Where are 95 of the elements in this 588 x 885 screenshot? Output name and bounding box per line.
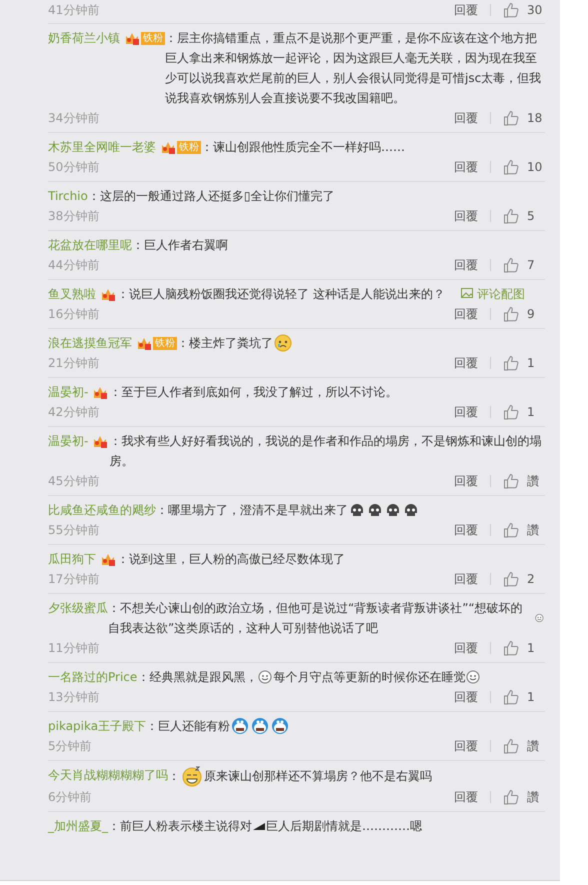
like-button[interactable]: 5 <box>503 208 545 224</box>
timestamp: 6分钟前 <box>48 788 92 806</box>
timestamp: 44分钟前 <box>48 256 100 274</box>
fan-tag: 铁粉 <box>177 140 201 154</box>
thumbs-up-icon <box>503 689 519 705</box>
crying-face-icon <box>274 334 292 352</box>
timestamp: 11分钟前 <box>48 640 100 656</box>
comment-text: ：层主你搞错重点，重点不是说那个更严重，是你不应该在这个地方把巨人拿出来和钢炼放一起评论，因为这跟巨人毫无关联，因为现在我至少可以说我喜欢烂尾前的巨人，别人会很认同觉得是可惜jsc太毒，但我说我喜欢钢炼别人会直接说要不我改国籍吧。 <box>165 30 542 107</box>
thumbs-up-icon <box>503 159 519 175</box>
reply-link[interactable]: 回覆 <box>454 110 478 126</box>
timestamp: 45分钟前 <box>48 472 100 490</box>
like-button[interactable]: 讚 <box>503 738 545 754</box>
skull-icon <box>349 503 365 517</box>
reply-link[interactable]: 回覆 <box>454 570 478 588</box>
reply-link[interactable]: 回覆 <box>454 788 478 806</box>
thumbs-up-icon <box>503 789 519 805</box>
timestamp: 34分钟前 <box>48 110 100 126</box>
cartoon-face-icon <box>271 717 290 735</box>
skull-icon <box>403 503 419 517</box>
fan-tag: 铁粉 <box>141 32 165 44</box>
like-button[interactable]: 1 <box>503 404 545 420</box>
like-button[interactable]: 1 <box>503 640 545 656</box>
comment-text: ：说巨人脑残粉饭圈我还觉得说轻了 这种话是人能说出来的？ <box>117 286 445 303</box>
reply-link[interactable]: 回覆 <box>454 688 478 706</box>
timestamp: 16分钟前 <box>48 306 100 322</box>
comment-text: ：这层的一般通过路人还挺多▯全让你们懂完了 <box>88 188 334 205</box>
smiley-face-icon <box>466 670 480 684</box>
smiley-face-icon <box>535 611 544 625</box>
reply-link[interactable]: 回覆 <box>454 2 478 18</box>
comment-text: ：说到这里，巨人粉的高傲已经尽数体现了 <box>117 551 345 568</box>
comment-text: ：经典黑就是跟风黑， <box>137 669 258 686</box>
comment-text: 巨人后期剧情就是…………嗯 <box>266 818 422 835</box>
timestamp: 5分钟前 <box>48 738 92 754</box>
like-button[interactable]: 30 <box>503 2 545 18</box>
thumbs-up-icon <box>503 355 519 371</box>
thumbs-up-icon <box>503 571 519 587</box>
like-button[interactable]: 9 <box>503 306 545 322</box>
wedge-icon <box>253 822 265 830</box>
thumbs-up-icon <box>503 404 519 420</box>
reply-link[interactable]: 回覆 <box>454 306 478 322</box>
comment-text: ：前巨人粉表示楼主说得对 <box>108 818 252 835</box>
timestamp: 38分钟前 <box>48 208 100 224</box>
cartoon-face-icon <box>251 717 270 735</box>
comment-text: 每个月守点等更新的时候你还在睡觉 <box>273 669 466 686</box>
comment-text: ：哪里塌方了，澄清不是早就出来了 <box>156 502 348 519</box>
like-button[interactable]: 7 <box>503 257 545 273</box>
reply-link[interactable]: 回覆 <box>454 158 478 176</box>
like-button[interactable]: 讚 <box>503 788 545 806</box>
thumbs-up-icon <box>503 473 519 489</box>
reply-link[interactable]: 回覆 <box>454 256 478 274</box>
reply-link[interactable]: 回覆 <box>454 404 478 420</box>
comment-text: ：巨人作者右翼啊 <box>132 237 228 254</box>
comment-text: ：巨人还能有粉 <box>146 718 230 735</box>
timestamp: 13分钟前 <box>48 688 100 706</box>
like-button[interactable]: 10 <box>503 159 545 175</box>
thumbs-up-icon <box>503 110 519 126</box>
timestamp: 55分钟前 <box>48 522 100 538</box>
grinning-face-icon <box>181 765 203 787</box>
timestamp: 50分钟前 <box>48 158 100 176</box>
timestamp: 21分钟前 <box>48 354 100 372</box>
like-button[interactable]: 2 <box>503 571 545 587</box>
thumbs-up-icon <box>503 306 519 322</box>
like-button[interactable]: 1 <box>503 689 545 705</box>
skull-icon <box>367 503 383 517</box>
timestamp: 42分钟前 <box>48 404 100 420</box>
reply-link[interactable]: 回覆 <box>454 640 478 656</box>
comment-text: ：至于巨人作者到底如何，我没了解过，所以不讨论。 <box>109 384 398 401</box>
comment-text: 原来谏山创那样还不算塌房？他不是右翼吗 <box>204 768 432 785</box>
comment-text: ：楼主炸了粪坑了 <box>177 335 273 352</box>
thumbs-up-icon <box>503 2 519 18</box>
smiley-face-icon <box>258 670 272 684</box>
cartoon-face-icon <box>231 717 250 735</box>
thumbs-up-icon <box>503 640 519 656</box>
reply-link[interactable]: 回覆 <box>454 738 478 754</box>
comment-text: ：不想关心谏山创的政治立场，但他可是说过“背叛读者背叛讲谈社”“想破坏的自我表达欲”这类原话的，这种人可别替他说话了吧 <box>108 600 524 637</box>
reply-link[interactable]: 回覆 <box>454 208 478 224</box>
reply-link[interactable]: 回覆 <box>454 354 478 372</box>
comment-text: ：我求有些人好好看我说的，我说的是作者和作品的塌房，不是钢炼和谏山创的塌房。 <box>109 433 542 470</box>
skull-icon <box>385 503 401 517</box>
thumbs-up-icon <box>503 257 519 273</box>
comment-text: ：谏山创跟他性质完全不一样好吗…… <box>201 139 405 156</box>
reply-link[interactable]: 回覆 <box>454 472 478 490</box>
thumbs-up-icon <box>503 522 519 538</box>
like-button[interactable]: 讚 <box>503 522 545 538</box>
image-icon <box>460 287 473 299</box>
timestamp: 17分钟前 <box>48 570 100 588</box>
timestamp: 41分钟前 <box>48 2 100 18</box>
thumbs-up-icon <box>503 208 519 224</box>
like-button[interactable]: 1 <box>503 355 545 371</box>
fan-tag: 铁粉 <box>153 336 177 350</box>
thumbs-up-icon <box>503 738 519 754</box>
reply-link[interactable]: 回覆 <box>454 522 478 538</box>
like-button[interactable]: 讚 <box>503 472 545 490</box>
comment-text: ： <box>168 768 180 785</box>
like-button[interactable]: 18 <box>503 110 545 126</box>
